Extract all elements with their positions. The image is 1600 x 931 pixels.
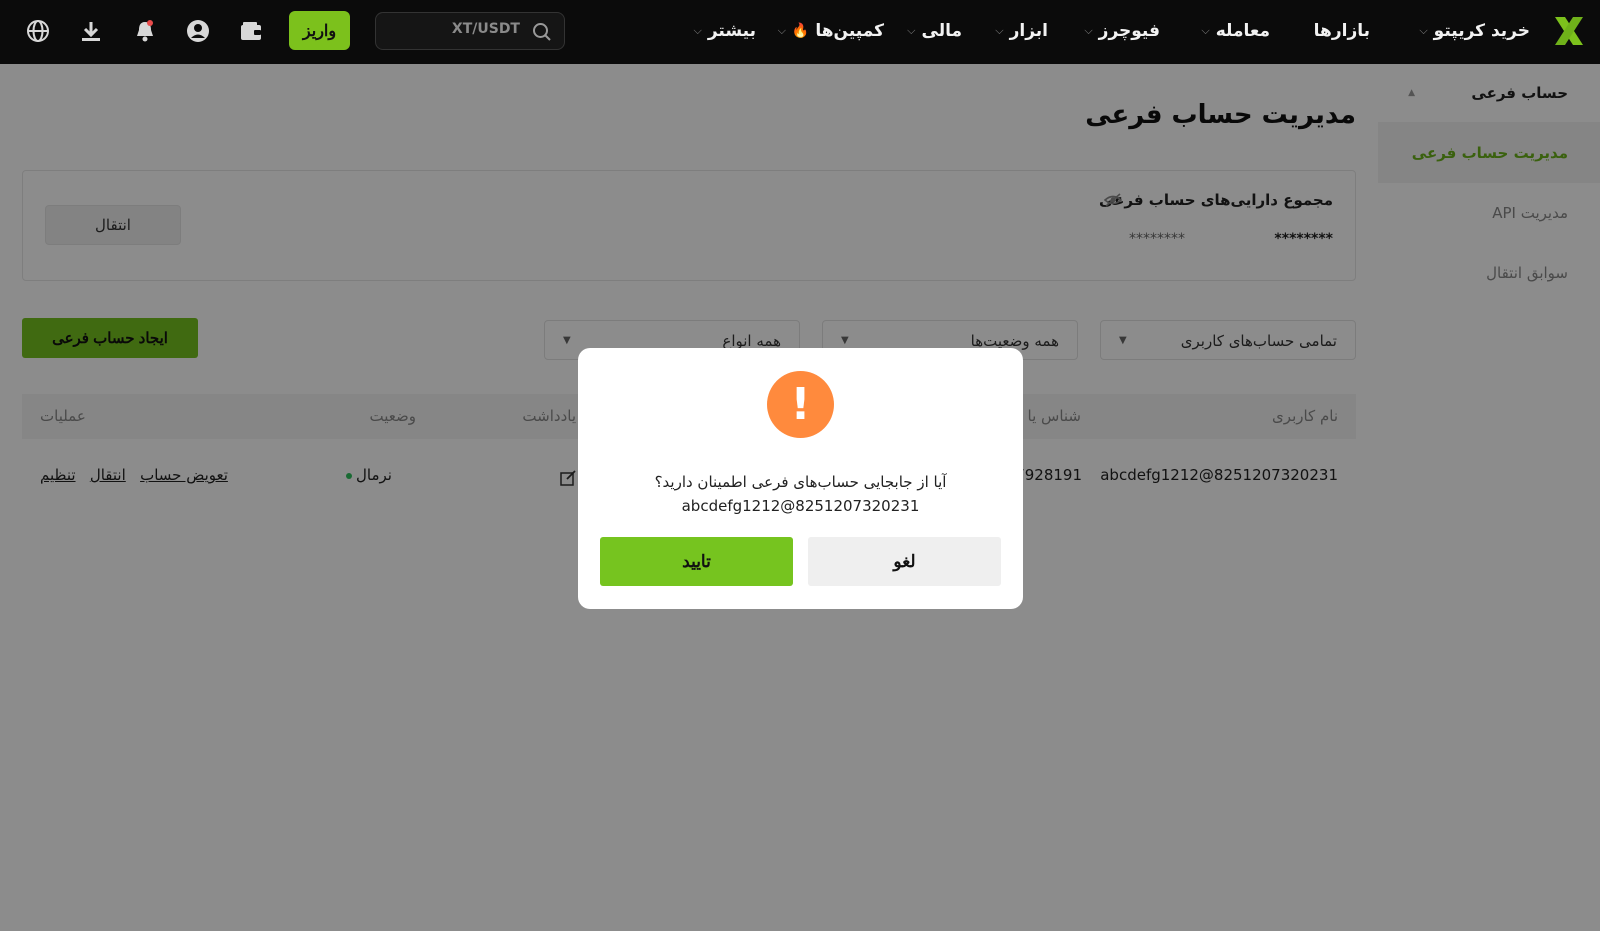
top-navigation: خرید کریپتو ⌵ بازارها معامله ⌵ فیوچرز ⌵ … — [0, 0, 1600, 64]
xt-logo-icon[interactable] — [1552, 14, 1586, 48]
search-placeholder: XT/USDT — [451, 21, 520, 37]
modal-account: abcdefg1212@8251207320231 — [681, 497, 920, 515]
chevron-down-icon: ⌵ — [693, 24, 702, 37]
nav-more[interactable]: بیشتر ⌵ — [694, 18, 756, 44]
chevron-down-icon: ⌵ — [777, 24, 786, 37]
chevron-down-icon: ⌵ — [1419, 24, 1428, 37]
warning-icon: ! — [767, 371, 834, 438]
chevron-down-icon: ⌵ — [1201, 24, 1210, 37]
search-icon — [533, 23, 551, 41]
confirm-switch-modal: ! آیا از جابجایی حساب‌های فرعی اطمینان د… — [578, 348, 1023, 609]
bell-icon[interactable] — [131, 17, 159, 45]
nav-buy-crypto[interactable]: خرید کریپتو ⌵ — [1419, 18, 1530, 44]
globe-icon[interactable] — [24, 17, 52, 45]
nav-finance[interactable]: مالی ⌵ — [907, 18, 962, 44]
cancel-button[interactable]: لغو — [808, 537, 1001, 586]
nav-trade[interactable]: معامله ⌵ — [1201, 18, 1270, 44]
chevron-down-icon: ⌵ — [1084, 24, 1093, 37]
search-box[interactable]: XT/USDT — [375, 12, 565, 50]
nav-tools[interactable]: ابزار ⌵ — [995, 18, 1048, 44]
chevron-down-icon: ⌵ — [907, 24, 916, 37]
user-icon[interactable] — [184, 17, 212, 45]
deposit-button[interactable]: واریز — [289, 11, 350, 50]
modal-message: آیا از جابجایی حساب‌های فرعی اطمینان دار… — [654, 473, 947, 491]
wallet-icon[interactable] — [237, 17, 265, 45]
download-icon[interactable] — [77, 17, 105, 45]
fire-icon: 🔥 — [791, 23, 810, 39]
nav-markets[interactable]: بازارها — [1314, 18, 1370, 44]
nav-futures[interactable]: فیوچرز ⌵ — [1084, 18, 1160, 44]
confirm-button[interactable]: تایید — [600, 537, 793, 586]
nav-campaigns[interactable]: کمپین‌ها 🔥 ⌵ — [778, 18, 884, 44]
chevron-down-icon: ⌵ — [995, 24, 1004, 37]
